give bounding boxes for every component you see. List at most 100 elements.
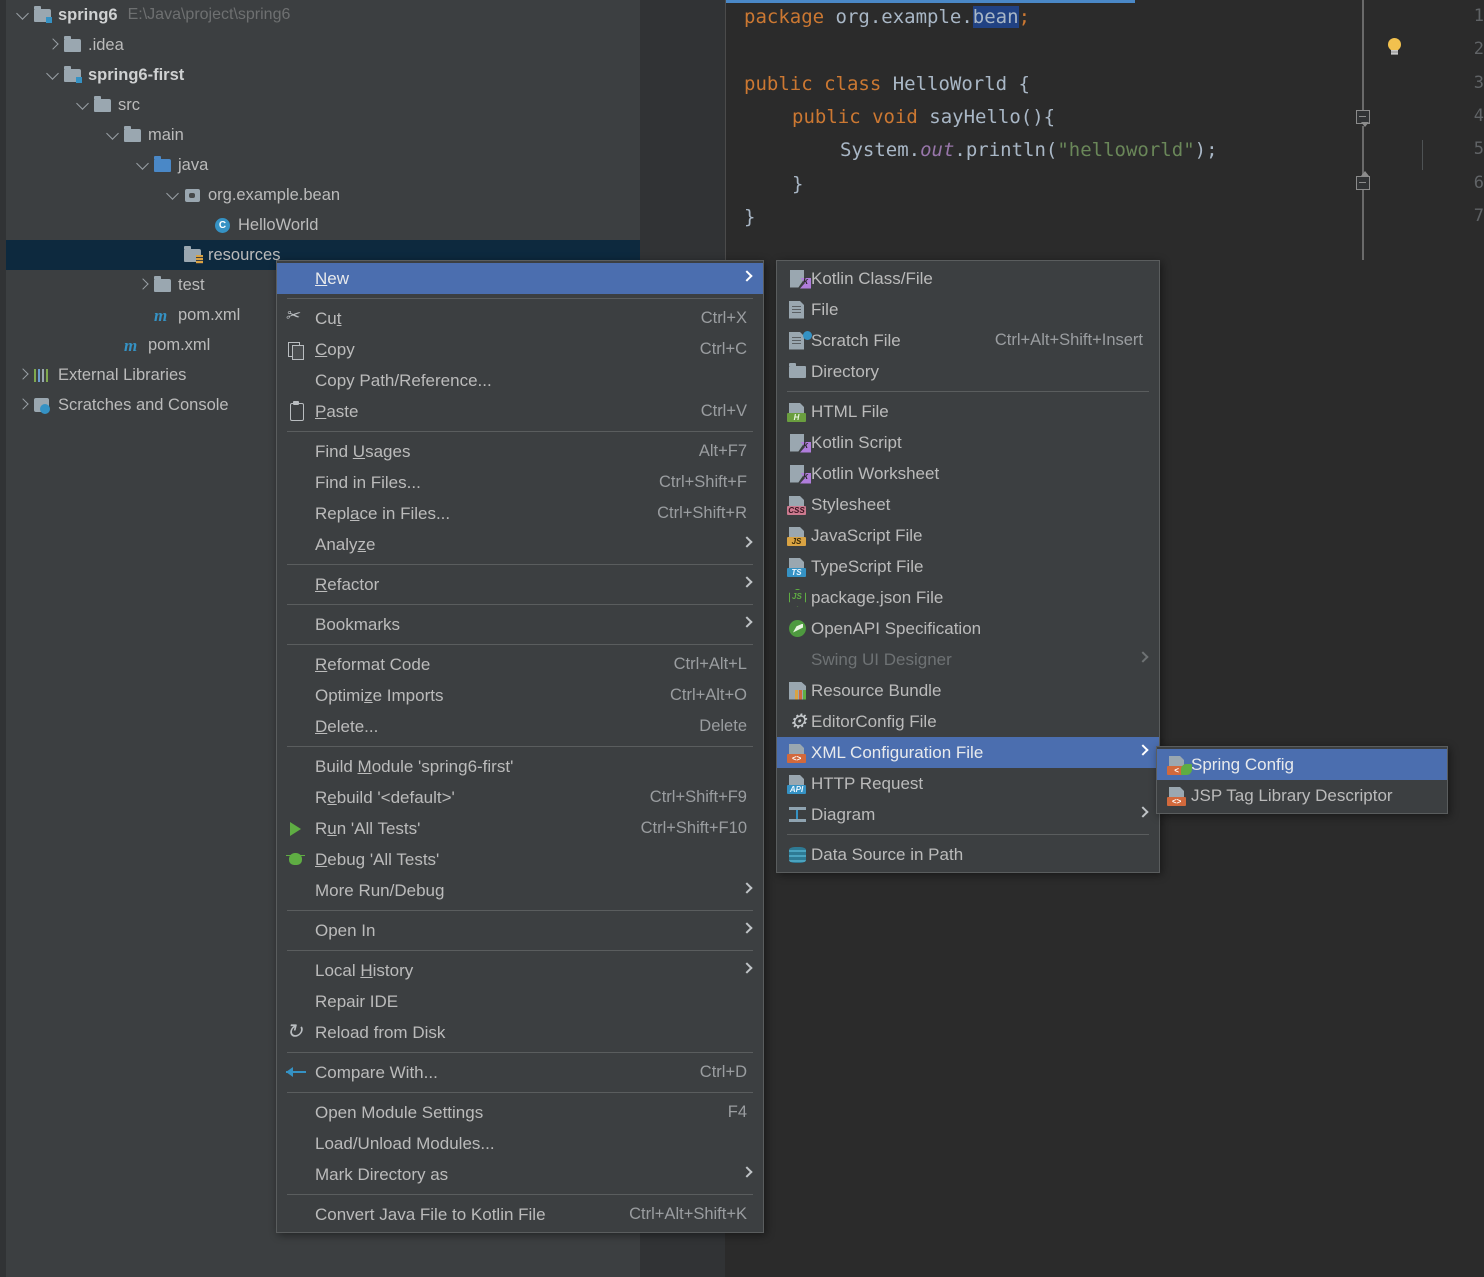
tree-item-label: resources [208,245,281,264]
menu-item-cut[interactable]: Cut Ctrl+X [277,303,763,334]
menu-item-package-json-file[interactable]: package.json File [777,582,1159,613]
menu-item-stylesheet[interactable]: CSS Stylesheet [777,489,1159,520]
menu-item-new[interactable]: New [277,263,763,294]
menu-item-mark-directory-as[interactable]: Mark Directory as [277,1159,763,1190]
code-line-4: public void sayHello(){ [792,106,1055,128]
chevron-right-icon[interactable] [14,366,32,384]
menu-item-build-module-spring6-first[interactable]: Build Module 'spring6-first' [277,751,763,782]
tree-item-helloworld[interactable]: C HelloWorld [6,210,640,240]
xml-file-icon: <> [787,743,811,763]
menu-item-label: XML Configuration File [811,742,984,762]
menu-item-more-run-debug[interactable]: More Run/Debug [277,875,763,906]
tree-item-label: Scratches and Console [58,395,229,414]
kotlin-worksheet-icon [787,464,811,484]
menu-item-label: Optimize Imports [315,685,444,705]
menu-item-data-source-in-path[interactable]: Data Source in Path [777,839,1159,870]
tree-item-java[interactable]: java [6,150,640,180]
xml-configuration-submenu[interactable]: < Spring Config <> JSP Tag Library Descript… [1156,746,1448,814]
chevron-down-icon[interactable] [104,126,122,144]
menu-item-label: Build Module 'spring6-first' [315,756,514,776]
tree-item-org-example-bean[interactable]: org.example.bean [6,180,640,210]
menu-item-delete[interactable]: Delete... Delete [277,711,763,742]
resources-folder-icon [182,246,204,264]
chevron-down-icon[interactable] [14,6,32,24]
menu-item-diagram[interactable]: Diagram [777,799,1159,830]
menu-item-repair-ide[interactable]: Repair IDE [277,986,763,1017]
menu-icon-empty [285,442,309,462]
menu-item-editorconfig-file[interactable]: EditorConfig File [777,706,1159,737]
menu-item-find-in-files[interactable]: Find in Files... Ctrl+Shift+F [277,467,763,498]
menu-item-spring-config[interactable]: < Spring Config [1157,749,1447,780]
menu-item-directory[interactable]: Directory [777,356,1159,387]
menu-item-convert-java-file-to-kotlin-file[interactable]: Convert Java File to Kotlin File Ctrl+Alt… [277,1199,763,1230]
menu-item-optimize-imports[interactable]: Optimize Imports Ctrl+Alt+O [277,680,763,711]
new-submenu[interactable]: Kotlin Class/File File Scratch File Ctrl+Al… [776,260,1160,873]
tree-no-arrow [104,336,122,354]
menu-item-reformat-code[interactable]: Reformat Code Ctrl+Alt+L [277,649,763,680]
menu-item-file[interactable]: File [777,294,1159,325]
line-number: 2 [1473,39,1484,59]
resource-bundle-icon [787,681,811,701]
menu-item-bookmarks[interactable]: Bookmarks [277,609,763,640]
menu-icon-empty [285,504,309,524]
chevron-down-icon[interactable] [44,66,62,84]
menu-item-shortcut: Ctrl+Shift+R [657,504,747,522]
chevron-down-icon[interactable] [74,96,92,114]
tree-no-arrow [194,216,212,234]
chevron-right-icon[interactable] [134,276,152,294]
menu-item-find-usages[interactable]: Find Usages Alt+F7 [277,436,763,467]
fold-marker-open[interactable] [1356,110,1370,127]
gutter-separator [725,0,726,260]
menu-item-kotlin-script[interactable]: Kotlin Script [777,427,1159,458]
menu-icon-empty [285,1205,309,1225]
menu-item-paste[interactable]: Paste Ctrl+V [277,396,763,427]
menu-item-label: JSP Tag Library Descriptor [1191,785,1393,805]
menu-item-label: Rebuild '<default>' [315,787,455,807]
intention-bulb-icon[interactable] [1386,38,1404,58]
menu-item-typescript-file[interactable]: TS TypeScript File [777,551,1159,582]
menu-item-analyze[interactable]: Analyze [277,529,763,560]
chevron-down-icon[interactable] [134,156,152,174]
menu-item-openapi-specification[interactable]: OpenAPI Specification [777,613,1159,644]
menu-item-label: Run 'All Tests' [315,818,421,838]
menu-item-javascript-file[interactable]: JS JavaScript File [777,520,1159,551]
menu-item-kotlin-worksheet[interactable]: Kotlin Worksheet [777,458,1159,489]
chevron-down-icon[interactable] [164,186,182,204]
tree-item-idea[interactable]: .idea [6,30,640,60]
menu-item-open-module-settings[interactable]: Open Module Settings F4 [277,1097,763,1128]
menu-item-local-history[interactable]: Local History [277,955,763,986]
menu-item-resource-bundle[interactable]: Resource Bundle [777,675,1159,706]
compare-icon [285,1063,309,1083]
tree-item-spring6[interactable]: spring6 E:\Java\project\spring6 [6,0,640,30]
menu-item-refactor[interactable]: Refactor [277,569,763,600]
menu-icon-empty [285,473,309,493]
menu-item-kotlin-class-file[interactable]: Kotlin Class/File [777,263,1159,294]
code-expr: .println( [954,139,1058,161]
menu-item-open-in[interactable]: Open In [277,915,763,946]
menu-item-rebuild-default[interactable]: Rebuild '<default>' Ctrl+Shift+F9 [277,782,763,813]
menu-item-copy-path-reference[interactable]: Copy Path/Reference... [277,365,763,396]
tree-item-main[interactable]: main [6,120,640,150]
menu-item-http-request[interactable]: API HTTP Request [777,768,1159,799]
menu-item-replace-in-files[interactable]: Replace in Files... Ctrl+Shift+R [277,498,763,529]
menu-item-jsp-tag-library-descriptor[interactable]: <> JSP Tag Library Descriptor [1157,780,1447,811]
chevron-right-icon[interactable] [14,396,32,414]
menu-item-copy[interactable]: Copy Ctrl+C [277,334,763,365]
tree-item-src[interactable]: src [6,90,640,120]
fold-marker-close[interactable] [1356,171,1370,190]
menu-item-compare-with[interactable]: Compare With... Ctrl+D [277,1057,763,1088]
chevron-right-icon[interactable] [44,36,62,54]
menu-item-debug-all-tests[interactable]: Debug 'All Tests' [277,844,763,875]
run-icon [285,819,309,839]
menu-item-reload-from-disk[interactable]: Reload from Disk [277,1017,763,1048]
tree-item-spring6-first[interactable]: spring6-first [6,60,640,90]
menu-item-html-file[interactable]: H HTML File [777,396,1159,427]
code-brace: } [744,206,756,228]
menu-item-run-all-tests[interactable]: Run 'All Tests' Ctrl+Shift+F10 [277,813,763,844]
menu-item-load-unload-modules[interactable]: Load/Unload Modules... [277,1128,763,1159]
menu-separator [287,1052,753,1053]
module-folder-icon [32,6,54,24]
menu-item-xml-configuration-file[interactable]: <> XML Configuration File [777,737,1159,768]
menu-item-scratch-file[interactable]: Scratch File Ctrl+Alt+Shift+Insert [777,325,1159,356]
project-context-menu[interactable]: New Cut Ctrl+X Copy Ctrl+C Copy Path/Referenc… [276,260,764,1233]
